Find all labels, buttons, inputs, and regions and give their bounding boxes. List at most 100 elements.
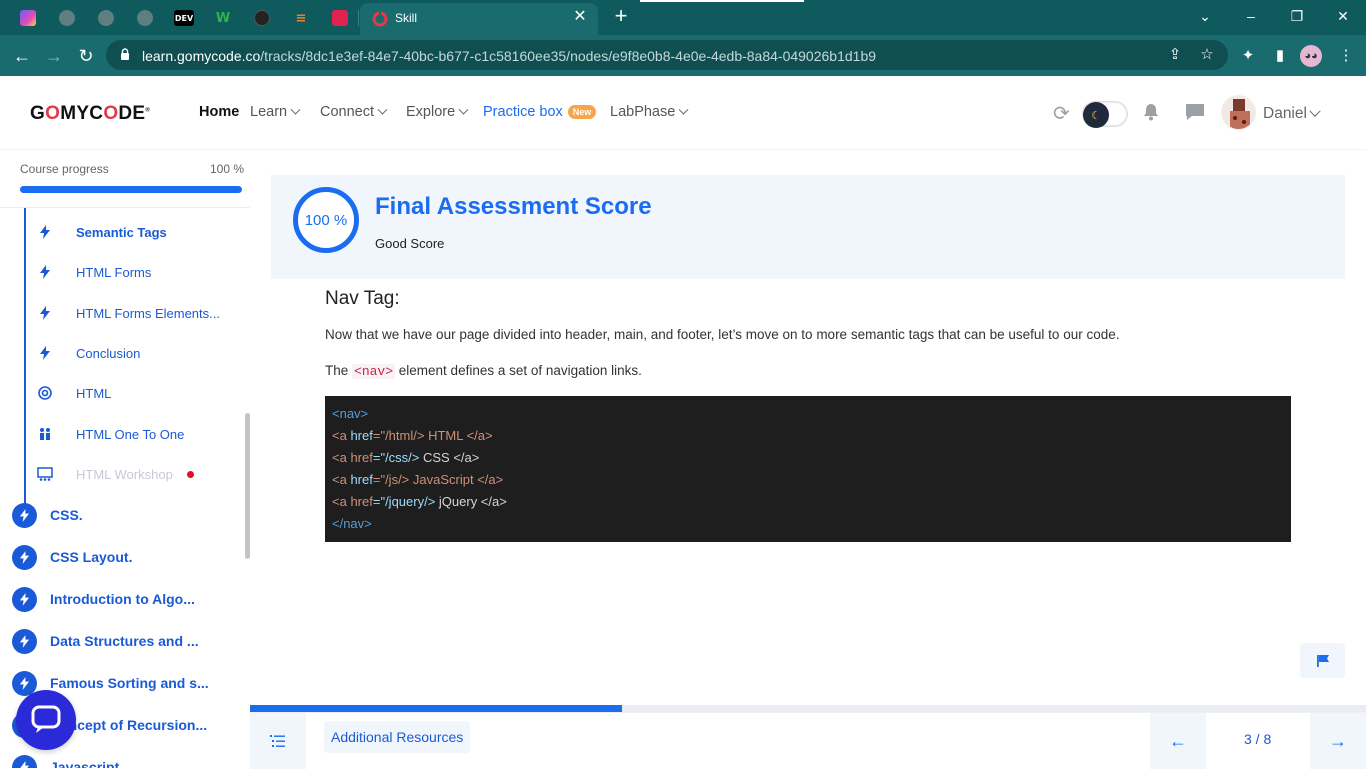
lesson-html-forms[interactable]: HTML Forms (36, 260, 151, 284)
tab-search-chevron-icon[interactable]: ⌄ (1182, 0, 1228, 32)
bolt-icon (36, 223, 54, 241)
course-intro-algo[interactable]: Introduction to Algo... (12, 586, 195, 612)
dark-mode-toggle[interactable]: ☾ (1082, 101, 1128, 128)
forward-button[interactable]: → (41, 43, 67, 69)
pinned-tab[interactable]: ≡ (281, 5, 321, 31)
course-css[interactable]: CSS. (12, 502, 83, 528)
paragraph: Now that we have our page divided into h… (325, 327, 1120, 342)
lesson-semantic-tags[interactable]: Semantic Tags (36, 220, 167, 244)
pinned-tab[interactable]: DEV (164, 5, 204, 31)
page-indicator: 3 / 8 (1244, 731, 1272, 747)
gomycode-logo[interactable]: GOMYCODE® (30, 103, 150, 125)
username-label: Daniel (1263, 105, 1307, 122)
pinned-tab[interactable] (8, 5, 48, 31)
course-progress-fill (20, 186, 242, 193)
nav-explore[interactable]: Explore (406, 104, 469, 120)
nav-explore-label: Explore (406, 104, 456, 120)
lesson-html[interactable]: HTML (36, 381, 111, 405)
close-window-button[interactable]: ✕ (1320, 0, 1366, 32)
code-tag: </nav> (332, 516, 372, 531)
code-line: <a href="/jquery/> jQuery </a> (332, 491, 1284, 513)
minimize-button[interactable]: – (1228, 0, 1274, 32)
side-panel-icon[interactable]: ▮ (1269, 45, 1291, 67)
code-attr: href (350, 494, 373, 509)
address-bar[interactable]: learn.gomycode.co/tracks/8dc1e3ef-84e7-4… (106, 40, 1228, 70)
new-tab-button[interactable]: + (609, 5, 633, 29)
avatar[interactable] (1221, 95, 1256, 130)
restore-button[interactable]: ❐ (1274, 0, 1320, 32)
profile-avatar-icon[interactable]: ◕◕ (1300, 45, 1322, 67)
nav-home[interactable]: Home (199, 104, 239, 120)
pinned-tab[interactable] (320, 5, 360, 31)
tab-separator (358, 10, 359, 26)
w-icon: W (215, 10, 231, 26)
nav-connect[interactable]: Connect (320, 104, 388, 120)
tab-title: Skill (395, 11, 418, 25)
code-attr: href (350, 450, 373, 465)
menu-icon[interactable]: ⋮ (1335, 45, 1357, 67)
step-progress-bar (250, 705, 1366, 712)
course-javascript[interactable]: Javascript (12, 754, 119, 768)
support-chat-button[interactable] (16, 690, 76, 750)
code-line: </nav> (332, 513, 1284, 535)
pinned-tab[interactable] (47, 5, 87, 31)
lesson-html-workshop[interactable]: HTML Workshop (36, 462, 194, 486)
course-label: CSS. (50, 507, 83, 523)
pinned-tab[interactable]: W (203, 5, 243, 31)
bell-icon[interactable] (1140, 102, 1162, 124)
pinned-tab[interactable] (125, 5, 165, 31)
new-badge: New (567, 105, 597, 119)
reload-button[interactable]: ↻ (73, 43, 99, 69)
step-progress-fill (250, 705, 622, 712)
score-subtitle: Good Score (375, 236, 445, 251)
code-tag: <a (332, 472, 347, 487)
pinned-tab[interactable] (86, 5, 126, 31)
lesson-html-one-to-one[interactable]: HTML One To One (36, 422, 184, 446)
chat-bubble-icon (31, 705, 61, 733)
table-of-contents-button[interactable] (250, 713, 306, 769)
nav-learn[interactable]: Learn (250, 104, 301, 120)
code-tag: <a (332, 428, 347, 443)
target-icon (36, 384, 54, 402)
extensions-icon[interactable]: ✦ (1237, 45, 1259, 67)
messages-icon[interactable] (1184, 102, 1206, 124)
course-data-structures[interactable]: Data Structures and ... (12, 628, 199, 654)
nav-labphase-label: LabPhase (610, 104, 676, 120)
bolt-icon (36, 304, 54, 322)
chevron-down-icon (1309, 105, 1321, 117)
lesson-conclusion[interactable]: Conclusion (36, 341, 140, 365)
code-tag: <a (332, 494, 347, 509)
lesson-footer: Additional Resources ← 3 / 8 → (250, 712, 1366, 769)
back-button[interactable]: ← (9, 43, 35, 69)
nav-practice-box[interactable]: Practice box New (483, 104, 597, 120)
inline-code: <nav> (352, 364, 396, 379)
lesson-label: Semantic Tags (76, 224, 167, 240)
dev-icon: DEV (174, 10, 194, 26)
code-line: <nav> (332, 403, 1284, 425)
previous-step-button[interactable]: ← (1150, 713, 1206, 769)
course-css-layout[interactable]: CSS Layout. (12, 544, 132, 570)
nav-labphase[interactable]: LabPhase (610, 104, 689, 120)
additional-resources-button[interactable]: Additional Resources (324, 721, 471, 753)
code-text: jQuery </a> (435, 494, 507, 509)
lesson-label: Conclusion (76, 345, 141, 361)
report-flag-button[interactable] (1300, 643, 1345, 678)
code-text: JavaScript </a> (409, 472, 504, 487)
close-tab-icon[interactable]: ✕ (570, 7, 590, 27)
next-step-button[interactable]: → (1310, 713, 1366, 769)
refresh-icon[interactable]: ⟳ (1053, 101, 1075, 125)
active-tab[interactable]: Skill ✕ (360, 3, 598, 35)
user-menu[interactable]: Daniel (1263, 105, 1321, 123)
workshop-icon (36, 465, 54, 483)
code-text: HTML </a> (424, 428, 493, 443)
course-label: Data Structures and ... (50, 633, 199, 649)
score-ring: 100 % (293, 187, 359, 253)
code-string: ="/html/> (372, 428, 425, 443)
star-icon[interactable]: ☆ (1198, 46, 1216, 64)
nav-home-label: Home (199, 104, 240, 120)
pinned-tab[interactable] (242, 5, 282, 31)
share-icon[interactable]: ⇪ (1166, 46, 1184, 64)
lesson-html-forms-elements[interactable]: HTML Forms Elements... (36, 301, 220, 325)
divider (0, 207, 250, 208)
score-title: Final Assessment Score (375, 193, 652, 220)
